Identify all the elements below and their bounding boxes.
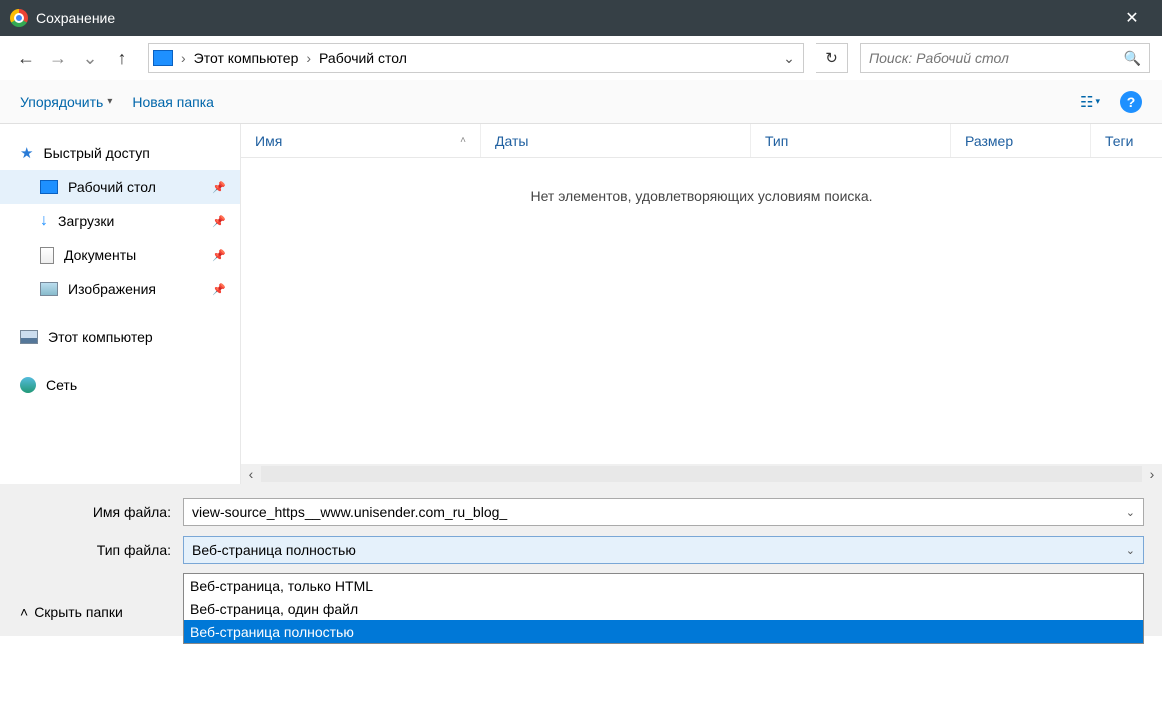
help-icon[interactable]: ?: [1120, 91, 1142, 113]
sidebar-item-label: Документы: [64, 247, 136, 263]
pin-icon: 📌: [212, 249, 226, 262]
filetype-dropdown: Веб-страница, только HTML Веб-страница, …: [183, 573, 1144, 644]
sidebar-item-downloads[interactable]: ↓ Загрузки 📌: [0, 204, 240, 238]
filetype-value: Веб-страница полностью: [192, 542, 356, 558]
chevron-down-icon: ▾: [107, 96, 112, 107]
navbar: ← → ⌄ ↑ › Этот компьютер › Рабочий стол …: [0, 36, 1162, 80]
chevron-right-icon[interactable]: ›: [304, 50, 313, 66]
chevron-right-icon[interactable]: ›: [179, 50, 188, 66]
search-icon[interactable]: 🔍: [1124, 50, 1141, 67]
close-icon[interactable]: ✕: [1112, 8, 1152, 28]
chrome-icon: [10, 9, 28, 27]
chevron-up-icon: ˄: [20, 604, 28, 620]
dropdown-option-complete[interactable]: Веб-страница полностью: [184, 620, 1143, 643]
view-options-button[interactable]: ☷ ▾: [1080, 93, 1100, 111]
pictures-icon: [40, 282, 58, 296]
network-icon: [20, 377, 36, 393]
sidebar-item-pictures[interactable]: Изображения 📌: [0, 272, 240, 306]
back-icon[interactable]: ←: [12, 48, 40, 69]
up-icon[interactable]: ↑: [108, 48, 136, 69]
sidebar-item-quick-access[interactable]: ★ Быстрый доступ: [0, 136, 240, 170]
column-tags[interactable]: Теги: [1091, 124, 1162, 157]
recent-dropdown-icon[interactable]: ⌄: [76, 48, 104, 69]
search-input[interactable]: [869, 50, 1124, 66]
star-icon: ★: [20, 144, 33, 162]
breadcrumb-desktop[interactable]: Рабочий стол: [315, 48, 411, 68]
scroll-track[interactable]: [261, 466, 1142, 482]
titlebar: Сохранение ✕: [0, 0, 1162, 36]
chevron-down-icon[interactable]: ⌄: [779, 50, 799, 67]
column-dates[interactable]: Даты: [481, 124, 751, 157]
dropdown-option-single-file[interactable]: Веб-страница, один файл: [184, 597, 1143, 620]
folder-icon: [40, 180, 58, 194]
pc-icon: [20, 330, 38, 344]
refresh-icon[interactable]: ↻: [816, 43, 848, 73]
document-icon: [40, 247, 54, 264]
save-panel: Имя файла: view-source_https__www.unisen…: [0, 484, 1162, 588]
new-folder-button[interactable]: Новая папка: [132, 94, 214, 110]
column-type[interactable]: Тип: [751, 124, 951, 157]
column-headers: Имя˄ Даты Тип Размер Теги: [241, 124, 1162, 158]
breadcrumb-thispc[interactable]: Этот компьютер: [190, 48, 303, 68]
chevron-down-icon[interactable]: ⌄: [1126, 506, 1135, 519]
hide-folders-button[interactable]: ˄Скрыть папки: [20, 604, 123, 620]
chevron-down-icon[interactable]: ⌄: [1126, 544, 1135, 557]
sidebar-item-label: Загрузки: [58, 213, 114, 229]
scroll-left-icon[interactable]: ‹: [241, 466, 261, 482]
filename-label: Имя файла:: [18, 504, 183, 520]
sidebar-item-label: Быстрый доступ: [43, 145, 149, 161]
sidebar-item-documents[interactable]: Документы 📌: [0, 238, 240, 272]
search-box[interactable]: 🔍: [860, 43, 1150, 73]
sidebar-item-label: Сеть: [46, 377, 77, 393]
pin-icon: 📌: [212, 283, 226, 296]
sort-caret-icon: ˄: [460, 135, 466, 146]
pin-icon: 📌: [212, 181, 226, 194]
column-name[interactable]: Имя˄: [241, 124, 481, 157]
column-size[interactable]: Размер: [951, 124, 1091, 157]
filetype-label: Тип файла:: [18, 542, 183, 558]
filename-input[interactable]: view-source_https__www.unisender.com_ru_…: [183, 498, 1144, 526]
file-list-area: Имя˄ Даты Тип Размер Теги Нет элементов,…: [240, 124, 1162, 484]
breadcrumb[interactable]: › Этот компьютер › Рабочий стол ⌄: [148, 43, 804, 73]
scroll-right-icon[interactable]: ›: [1142, 466, 1162, 482]
pin-icon: 📌: [212, 215, 226, 228]
sidebar-item-desktop[interactable]: Рабочий стол 📌: [0, 170, 240, 204]
toolbar: Упорядочить ▾ Новая папка ☷ ▾ ?: [0, 80, 1162, 124]
sidebar-item-label: Рабочий стол: [68, 179, 156, 195]
horizontal-scrollbar[interactable]: ‹ ›: [241, 464, 1162, 484]
filetype-combobox[interactable]: Веб-страница полностью ⌄: [183, 536, 1144, 564]
organize-button[interactable]: Упорядочить ▾: [20, 94, 112, 110]
download-icon: ↓: [40, 212, 48, 230]
window-title: Сохранение: [36, 10, 1112, 26]
sidebar-item-label: Этот компьютер: [48, 329, 153, 345]
forward-icon[interactable]: →: [44, 48, 72, 69]
filename-value: view-source_https__www.unisender.com_ru_…: [192, 504, 507, 520]
pc-icon: [153, 50, 173, 66]
sidebar: ★ Быстрый доступ Рабочий стол 📌 ↓ Загрузки 📌…: [0, 124, 240, 484]
dropdown-option-html-only[interactable]: Веб-страница, только HTML: [184, 574, 1143, 597]
sidebar-item-thispc[interactable]: Этот компьютер: [0, 320, 240, 354]
sidebar-item-network[interactable]: Сеть: [0, 368, 240, 402]
sidebar-item-label: Изображения: [68, 281, 156, 297]
empty-message: Нет элементов, удовлетворяющих условиям …: [241, 158, 1162, 464]
